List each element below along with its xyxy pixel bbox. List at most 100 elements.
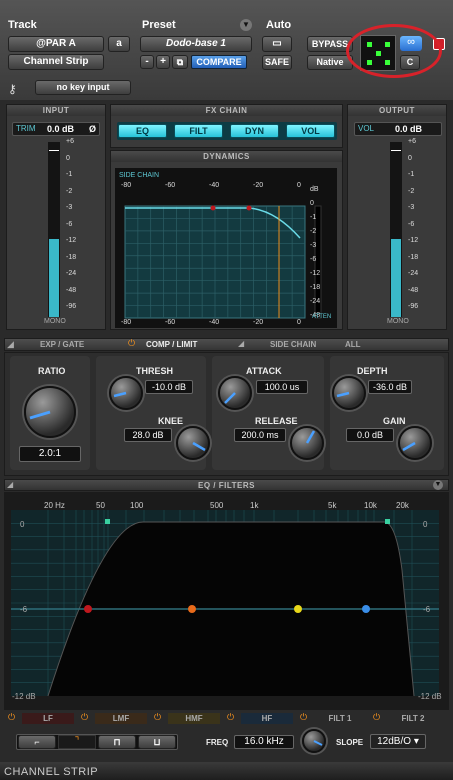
band-power-icon[interactable]: ⏻: [154, 712, 161, 723]
preset-name: Dodo-base 1: [165, 38, 226, 49]
ratio-value[interactable]: 2.0:1: [19, 446, 81, 462]
output-scale-tick: -48: [408, 286, 419, 294]
output-scale-tick: -6: [408, 220, 415, 228]
ratio-label: RATIO: [38, 366, 66, 376]
attack-knob[interactable]: [218, 376, 252, 410]
comp-power-icon[interactable]: ⏻: [128, 338, 135, 349]
eq-band-node[interactable]: [294, 605, 302, 613]
band-power-icon[interactable]: ⏻: [373, 712, 380, 723]
band-tab[interactable]: LF: [22, 713, 74, 724]
gain-value[interactable]: 0.0 dB: [346, 428, 394, 442]
dyn-atten-tick: -2: [310, 228, 317, 235]
eq-db-6-right: -6: [423, 605, 431, 614]
band-power-icon[interactable]: ⏻: [227, 712, 234, 723]
dynamics-bottom-scale: -80 -60 -40 -20 0: [115, 319, 337, 329]
output-meter-peak: [391, 150, 401, 151]
chevron-down-icon: ▾: [413, 736, 419, 747]
eq-db-0-left: 0: [20, 520, 25, 529]
input-meter-fill: [49, 239, 59, 317]
dyn-bottom-tick: -80: [121, 319, 132, 326]
fx-vol-button[interactable]: VOL: [286, 124, 335, 138]
vol-value: 0.0 dB: [395, 124, 423, 134]
preset-selector[interactable]: Dodo-base 1: [140, 36, 252, 52]
notch-icon: ⊔: [153, 737, 161, 747]
band-power-icon[interactable]: ⏻: [81, 712, 88, 723]
gain-knob[interactable]: [398, 426, 432, 460]
dyn-atten-tick: dB: [310, 186, 319, 193]
track-selector[interactable]: @PAR A: [8, 36, 104, 52]
input-scale-tick: -6: [66, 220, 73, 228]
safe-button[interactable]: SAFE: [262, 55, 292, 70]
band-tab[interactable]: HF: [241, 713, 293, 724]
plugin-type-selector[interactable]: Channel Strip: [8, 54, 104, 70]
depth-value[interactable]: -36.0 dB: [368, 380, 412, 394]
dyn-atten-tick: -18: [310, 284, 321, 291]
eq-band-node[interactable]: [362, 605, 370, 613]
filter-bandpass-button[interactable]: ⊓: [98, 735, 136, 749]
next-preset-button[interactable]: +: [156, 55, 170, 69]
dynamics-transfer-graph: [124, 205, 322, 319]
key-input-selector[interactable]: no key input: [35, 80, 131, 95]
output-scale-tick: -2: [408, 187, 415, 195]
release-knob[interactable]: [290, 426, 324, 460]
dyn-top-tick: 0: [297, 182, 301, 189]
band-tab[interactable]: FILT 2: [387, 713, 439, 724]
exp-gate-collapse-icon[interactable]: ◢: [7, 339, 14, 350]
depth-knob[interactable]: [332, 376, 366, 410]
input-scale-tick: -2: [66, 187, 73, 195]
track-slot: a: [116, 38, 122, 49]
release-label: RELEASE: [255, 416, 298, 426]
band-tab[interactable]: HMF: [168, 713, 220, 724]
eq-band-node[interactable]: [84, 605, 92, 613]
tab-side-chain[interactable]: SIDE CHAIN: [270, 340, 316, 349]
auto-button[interactable]: ▭: [262, 36, 292, 52]
dyn-atten-tick: -24: [310, 298, 321, 305]
previous-preset-button[interactable]: -: [140, 55, 154, 69]
attack-label: ATTACK: [246, 366, 282, 376]
attack-value[interactable]: 100.0 us: [256, 380, 308, 394]
footer-title: CHANNEL STRIP: [4, 766, 99, 778]
volume-display[interactable]: VOL 0.0 dB: [354, 122, 442, 136]
preset-menu-icon[interactable]: ▼: [240, 19, 252, 31]
fx-filt-button[interactable]: FILT: [174, 124, 223, 138]
band-tab[interactable]: LMF: [95, 713, 147, 724]
filter-lowcut-button[interactable]: ⌐: [18, 735, 56, 749]
tab-exp-gate[interactable]: EXP / GATE: [40, 340, 84, 349]
trim-display[interactable]: TRIM 0.0 dB Ø: [12, 122, 100, 136]
track-label: Track: [8, 19, 37, 31]
eq-collapse-icon[interactable]: ◢: [7, 480, 13, 489]
filter-highcut-button[interactable]: ⌝: [58, 735, 96, 749]
dyn-atten-tick: -12: [310, 270, 321, 277]
output-scale-tick: -12: [408, 237, 419, 244]
track-slot-selector[interactable]: a: [108, 36, 130, 52]
knee-value[interactable]: 28.0 dB: [124, 428, 172, 442]
slope-select[interactable]: 12dB/O ▾: [370, 734, 426, 749]
thresh-value[interactable]: -10.0 dB: [145, 380, 193, 394]
thresh-knob[interactable]: [109, 376, 143, 410]
tab-comp-limit[interactable]: COMP / LIMIT: [146, 340, 197, 349]
release-value[interactable]: 200.0 ms: [234, 428, 286, 442]
tab-all[interactable]: ALL: [345, 340, 361, 349]
eq-band-tabs: ⏻ LF ⏻ LMF ⏻ HMF ⏻ HF ⏻ FILT 1 ⏻ FILT 2: [4, 712, 449, 726]
band-tab[interactable]: FILT 1: [314, 713, 366, 724]
fx-eq-button[interactable]: EQ: [118, 124, 167, 138]
eq-band-node[interactable]: [188, 605, 196, 613]
freq-value[interactable]: 16.0 kHz: [234, 735, 294, 749]
output-title: OUTPUT: [348, 105, 446, 116]
band-power-icon[interactable]: ⏻: [300, 712, 307, 723]
eq-db-0-right: 0: [423, 520, 428, 529]
filter-notch-button[interactable]: ⊔: [138, 735, 176, 749]
knee-knob[interactable]: [176, 426, 210, 460]
side-chain-collapse-icon[interactable]: ◢: [238, 339, 244, 348]
input-scale-tick: -1: [66, 171, 73, 178]
eq-menu-icon[interactable]: ▼: [433, 480, 443, 490]
fx-dyn-button[interactable]: DYN: [230, 124, 279, 138]
key-icon: ⚷: [8, 82, 17, 96]
band-power-icon[interactable]: ⏻: [8, 712, 15, 723]
phase-invert-button[interactable]: Ø: [89, 123, 96, 135]
compare-button[interactable]: COMPARE: [191, 55, 247, 69]
freq-knob[interactable]: [302, 729, 326, 753]
copy-settings-button[interactable]: ⧉: [172, 55, 188, 69]
ratio-knob[interactable]: [24, 386, 76, 438]
knee-label: KNEE: [158, 416, 184, 426]
